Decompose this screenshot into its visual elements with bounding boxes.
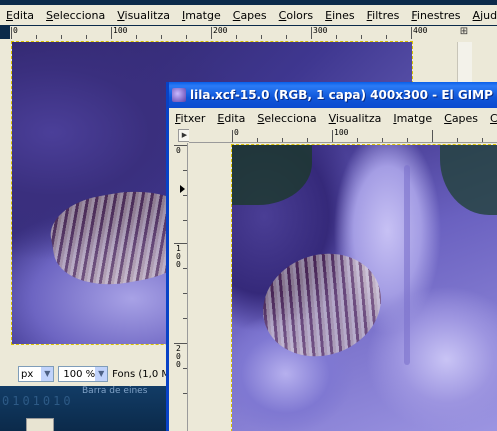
ruler-tick <box>407 138 408 142</box>
foreground-menubar: Fitxer Edita Selecciona Visualitza Imatg… <box>169 108 497 128</box>
ruler-label: 0 <box>234 128 239 137</box>
ruler-tick <box>183 268 187 269</box>
menu-capes[interactable]: Capes <box>227 9 273 22</box>
chevron-down-icon: ▼ <box>41 367 54 381</box>
iris-petal-veins <box>248 237 396 373</box>
menu-fitxer[interactable]: Fitxer <box>169 112 211 125</box>
ruler-tick <box>183 393 187 394</box>
status-bar: px ▼ 100 % ▼ Fons (1,0 M <box>0 362 170 386</box>
menu-visualitza[interactable]: Visualitza <box>111 9 176 22</box>
desktop-background: 0101010 Barra de eines <box>0 386 170 431</box>
menu-colors[interactable]: Colors <box>484 112 497 125</box>
ruler-label: 100 <box>176 244 181 269</box>
ruler-label: 200 <box>213 26 228 35</box>
ruler-tick <box>307 138 308 142</box>
menu-eines[interactable]: Eines <box>319 9 360 22</box>
leaf-shadow <box>440 145 497 215</box>
ruler-label: 200 <box>176 344 181 369</box>
zoom-select[interactable]: 100 % ▼ <box>58 366 109 382</box>
menu-finestres[interactable]: Finestres <box>405 9 466 22</box>
ruler-tick <box>332 130 333 142</box>
image-menu-button[interactable]: ▶ <box>173 128 191 142</box>
ruler-label: 100 <box>334 128 349 137</box>
menu-imatge[interactable]: Imatge <box>387 112 438 125</box>
window-title: lila.xcf-15.0 (RGB, 1 capa) 400x300 - El… <box>190 88 493 102</box>
desktop-binary-text: 0101010 <box>2 394 74 408</box>
ruler-tick <box>382 138 383 142</box>
ruler-tick <box>11 27 12 39</box>
menu-filtres[interactable]: Filtres <box>361 9 406 22</box>
ruler-tick <box>257 138 258 142</box>
iris-petal-midrib <box>404 165 410 365</box>
menu-edita[interactable]: Edita <box>211 112 251 125</box>
unit-select[interactable]: px ▼ <box>18 366 55 382</box>
ruler-tick <box>482 138 483 142</box>
menu-capes[interactable]: Capes <box>438 112 484 125</box>
ruler-tick <box>183 293 187 294</box>
ruler-tick <box>174 343 187 344</box>
ruler-label: 0 <box>13 26 18 35</box>
ruler-tick <box>432 130 433 142</box>
horizontal-scrollbar[interactable] <box>0 345 170 362</box>
ruler-tick <box>357 138 358 142</box>
menu-edita[interactable]: Edita <box>0 9 40 22</box>
ruler-tick <box>211 27 212 39</box>
ruler-tick <box>174 243 187 244</box>
ruler-tick <box>183 318 187 319</box>
zoom-value: 100 % <box>63 368 96 380</box>
unit-value: px <box>21 368 34 380</box>
ruler-tick <box>411 27 412 39</box>
ruler-tick <box>232 130 233 142</box>
menu-colors[interactable]: Colors <box>273 9 319 22</box>
status-text: Fons (1,0 M <box>112 368 170 380</box>
horizontal-ruler[interactable]: 0 100 200 300 400 <box>10 26 454 40</box>
ruler-label: 400 <box>413 26 428 35</box>
ruler-tick <box>311 27 312 39</box>
menu-ajuda[interactable]: Ajuda <box>467 9 497 22</box>
ruler-label: 100 <box>113 26 128 35</box>
image-canvas[interactable] <box>231 144 497 431</box>
ruler-label: 0 <box>176 146 181 155</box>
foreground-image-window: lila.xcf-15.0 (RGB, 1 capa) 400x300 - El… <box>166 82 497 431</box>
desktop-caption: Barra de eines <box>82 386 148 396</box>
leaf-shadow <box>232 145 312 205</box>
ruler-label: 300 <box>313 26 328 35</box>
chevron-down-icon: ▼ <box>95 367 108 381</box>
ruler-tick <box>183 368 187 369</box>
ruler-position-marker <box>180 185 185 193</box>
background-menubar: Edita Selecciona Visualitza Imatge Capes… <box>0 5 497 25</box>
ruler-tick <box>457 138 458 142</box>
gimp-app-icon[interactable] <box>172 88 186 102</box>
menu-visualitza[interactable]: Visualitza <box>323 112 388 125</box>
ruler-tick <box>183 195 187 196</box>
ruler-tick <box>282 138 283 142</box>
menu-selecciona[interactable]: Selecciona <box>40 9 111 22</box>
ruler-tick <box>111 27 112 39</box>
ruler-tick <box>183 220 187 221</box>
desktop-shortcut-icon[interactable] <box>26 418 54 431</box>
menu-selecciona[interactable]: Selecciona <box>251 112 322 125</box>
ruler-tick <box>183 170 187 171</box>
horizontal-ruler[interactable]: 0 100 <box>189 128 497 143</box>
navigate-icon[interactable]: ⊞ <box>457 26 471 39</box>
menu-imatge[interactable]: Imatge <box>176 9 227 22</box>
window-titlebar[interactable]: lila.xcf-15.0 (RGB, 1 capa) 400x300 - El… <box>169 82 497 108</box>
ruler-tick <box>174 145 187 146</box>
